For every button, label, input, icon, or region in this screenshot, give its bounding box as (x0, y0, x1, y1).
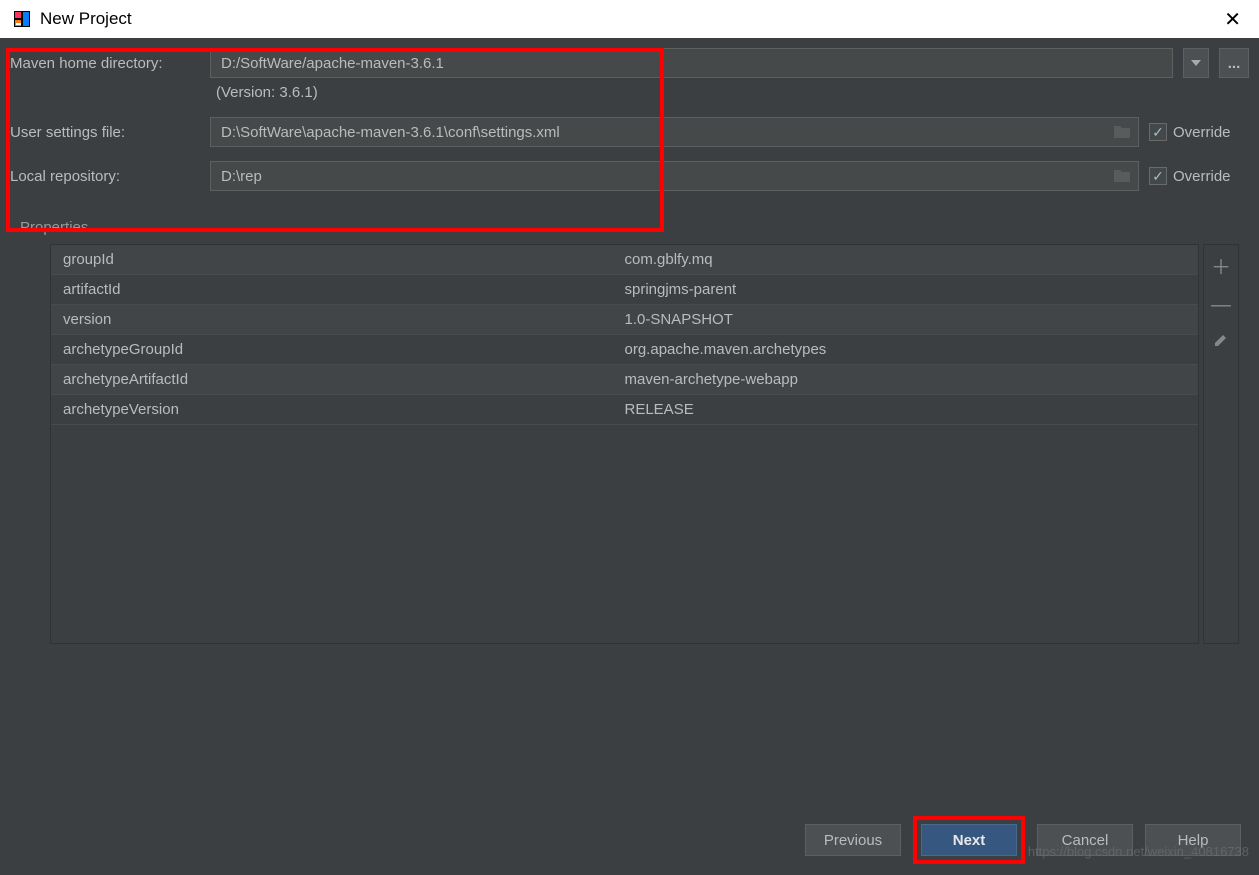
prop-val: org.apache.maven.archetypes (625, 341, 1199, 358)
table-row[interactable]: version 1.0-SNAPSHOT (51, 305, 1198, 335)
prop-val: maven-archetype-webapp (625, 371, 1199, 388)
user-settings-label: User settings file: (10, 124, 200, 141)
maven-home-label: Maven home directory: (10, 55, 200, 72)
prop-key: artifactId (51, 281, 625, 298)
edit-icon[interactable] (1213, 331, 1229, 354)
properties-table: groupId com.gblfy.mq artifactId springjm… (50, 244, 1199, 644)
maven-home-combo[interactable]: D:/SoftWare/apache-maven-3.6.1 (210, 48, 1173, 78)
prop-key: archetypeVersion (51, 401, 625, 418)
table-row[interactable]: groupId com.gblfy.mq (51, 245, 1198, 275)
dialog-footer: Previous Next Cancel Help (0, 805, 1259, 875)
folder-icon[interactable] (1112, 123, 1132, 145)
user-settings-override[interactable]: ✓ Override (1149, 123, 1249, 141)
content-area: Maven home directory: D:/SoftWare/apache… (0, 38, 1259, 644)
next-button[interactable]: Next (921, 824, 1017, 856)
prop-key: archetypeArtifactId (51, 371, 625, 388)
previous-button[interactable]: Previous (805, 824, 901, 856)
remove-icon[interactable]: — (1211, 294, 1231, 317)
table-row[interactable]: archetypeGroupId org.apache.maven.archet… (51, 335, 1198, 365)
local-repo-field[interactable]: D:\rep (210, 161, 1139, 191)
user-settings-field[interactable]: D:\SoftWare\apache-maven-3.6.1\conf\sett… (210, 117, 1139, 147)
add-icon[interactable]: ＋ (1211, 251, 1231, 280)
prop-val: com.gblfy.mq (625, 251, 1199, 268)
prop-val: 1.0-SNAPSHOT (625, 311, 1199, 328)
properties-section-label: Properties (20, 219, 1239, 236)
maven-home-browse-button[interactable]: ... (1219, 48, 1249, 78)
annotation-box-next: Next (913, 816, 1025, 864)
prop-key: groupId (51, 251, 625, 268)
close-icon[interactable]: ✕ (1218, 7, 1247, 32)
maven-home-value: D:/SoftWare/apache-maven-3.6.1 (221, 55, 444, 72)
intellij-icon (12, 9, 32, 29)
prop-key: archetypeGroupId (51, 341, 625, 358)
window-title: New Project (40, 9, 132, 29)
prop-val: RELEASE (625, 401, 1199, 418)
properties-actions: ＋ — (1203, 244, 1239, 644)
checkbox-icon[interactable]: ✓ (1149, 123, 1167, 141)
prop-val: springjms-parent (625, 281, 1199, 298)
titlebar: New Project ✕ (0, 0, 1259, 38)
local-repo-value: D:\rep (221, 168, 262, 185)
local-repo-override[interactable]: ✓ Override (1149, 167, 1249, 185)
help-button[interactable]: Help (1145, 824, 1241, 856)
override-label: Override (1173, 168, 1231, 185)
local-repo-label: Local repository: (10, 168, 200, 185)
maven-home-dropdown-icon[interactable] (1183, 48, 1209, 78)
maven-version-text: (Version: 3.6.1) (216, 84, 1249, 101)
folder-icon[interactable] (1112, 167, 1132, 189)
table-row[interactable]: artifactId springjms-parent (51, 275, 1198, 305)
checkbox-icon[interactable]: ✓ (1149, 167, 1167, 185)
override-label: Override (1173, 124, 1231, 141)
prop-key: version (51, 311, 625, 328)
cancel-button[interactable]: Cancel (1037, 824, 1133, 856)
table-row[interactable]: archetypeVersion RELEASE (51, 395, 1198, 425)
user-settings-value: D:\SoftWare\apache-maven-3.6.1\conf\sett… (221, 124, 560, 141)
table-row[interactable]: archetypeArtifactId maven-archetype-weba… (51, 365, 1198, 395)
